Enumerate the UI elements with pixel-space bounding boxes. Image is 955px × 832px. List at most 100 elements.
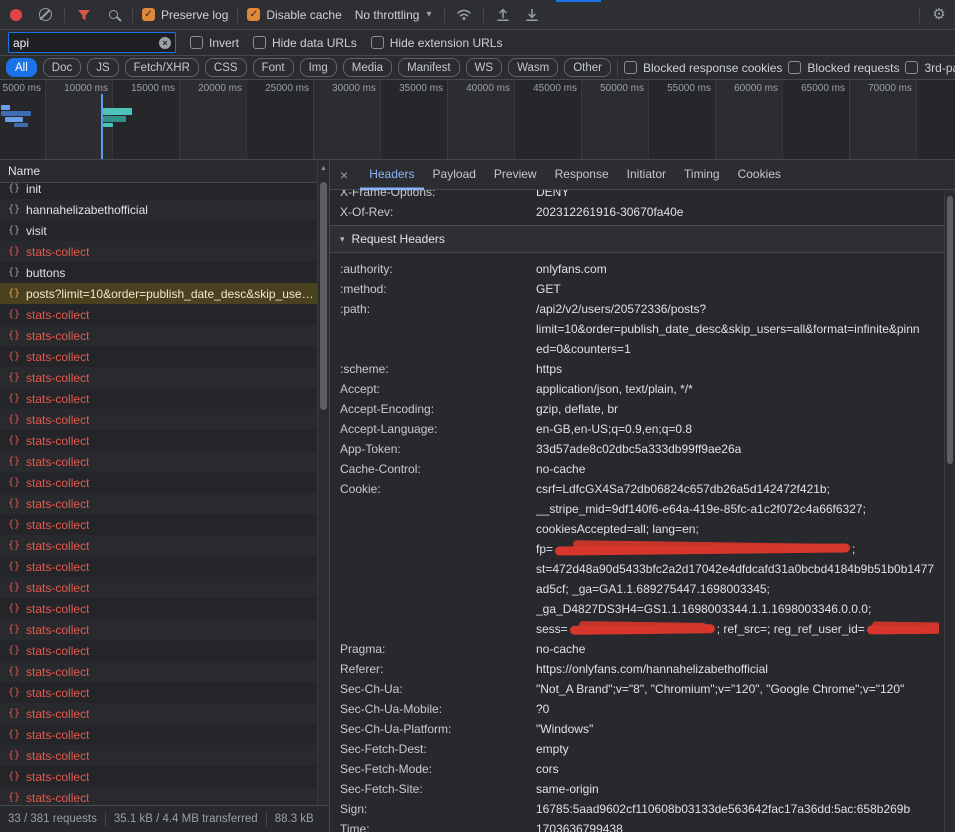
request-row[interactable]: {}stats-collect xyxy=(0,535,317,556)
redaction-scribble xyxy=(867,625,939,635)
hide-data-urls-checkbox[interactable]: Hide data URLs xyxy=(253,36,357,50)
tab-response[interactable]: Response xyxy=(546,160,618,190)
request-row[interactable]: {}visit xyxy=(0,220,317,241)
request-row[interactable]: {}stats-collect xyxy=(0,682,317,703)
filter-chip-fetch-xhr[interactable]: Fetch/XHR xyxy=(125,58,199,77)
request-row[interactable]: {}stats-collect xyxy=(0,241,317,262)
filter-chip-other[interactable]: Other xyxy=(564,58,611,77)
filter-chip-manifest[interactable]: Manifest xyxy=(398,58,459,77)
request-name: stats-collect xyxy=(26,749,89,763)
overview-tick-label: 30000 ms xyxy=(332,83,380,94)
request-row[interactable]: {}stats-collect xyxy=(0,346,317,367)
invert-checkbox[interactable]: Invert xyxy=(190,36,239,50)
request-name: stats-collect xyxy=(26,392,89,406)
details-scrollbar[interactable] xyxy=(944,190,955,832)
header-name: Time: xyxy=(340,819,536,832)
request-row[interactable]: {}stats-collect xyxy=(0,640,317,661)
checkbox-unchecked-icon xyxy=(371,36,384,49)
request-row[interactable]: {}stats-collect xyxy=(0,766,317,787)
request-row[interactable]: {}stats-collect xyxy=(0,493,317,514)
name-column-header[interactable]: Name xyxy=(0,160,329,183)
request-row[interactable]: {}stats-collect xyxy=(0,703,317,724)
network-toolbar: ✓ Preserve log ✓ Disable cache No thrott… xyxy=(0,0,955,30)
request-row[interactable]: {}stats-collect xyxy=(0,577,317,598)
filter-chip-css[interactable]: CSS xyxy=(205,58,247,77)
overview-grid: 5000 ms10000 ms15000 ms20000 ms25000 ms3… xyxy=(0,80,955,159)
request-row[interactable]: {}stats-collect xyxy=(0,430,317,451)
search-button[interactable] xyxy=(103,4,123,26)
filter-chip-doc[interactable]: Doc xyxy=(43,58,81,77)
filter-chip-wasm[interactable]: Wasm xyxy=(508,58,558,77)
network-overview[interactable]: 5000 ms10000 ms15000 ms20000 ms25000 ms3… xyxy=(0,80,955,160)
network-conditions-button[interactable] xyxy=(454,4,474,26)
export-har-button[interactable] xyxy=(522,4,542,26)
script-icon: {} xyxy=(8,456,20,467)
header-row: Cache-Control:no-cache xyxy=(340,459,939,479)
request-row[interactable]: {}stats-collect xyxy=(0,598,317,619)
request-row[interactable]: {}stats-collect xyxy=(0,514,317,535)
filter-chip-all[interactable]: All xyxy=(6,58,37,77)
scroll-up-arrow-icon[interactable]: ▲ xyxy=(318,160,329,172)
clear-filter-button[interactable]: × xyxy=(159,37,171,49)
requests-count: 33 / 381 requests xyxy=(8,813,97,825)
filter-chip-font[interactable]: Font xyxy=(253,58,294,77)
script-icon: {} xyxy=(8,666,20,677)
tab-preview[interactable]: Preview xyxy=(485,160,546,190)
request-row[interactable]: {}hannahelizabethofficial xyxy=(0,199,317,220)
overview-tick-label: 55000 ms xyxy=(667,83,715,94)
request-row[interactable]: {}stats-collect xyxy=(0,388,317,409)
close-details-button[interactable]: × xyxy=(340,168,348,182)
filter-chip-ws[interactable]: WS xyxy=(466,58,503,77)
tab-timing[interactable]: Timing xyxy=(675,160,729,190)
requests-scrollbar[interactable]: ▲ xyxy=(317,160,329,805)
hide-extension-urls-checkbox[interactable]: Hide extension URLs xyxy=(371,36,503,50)
filter-input[interactable] xyxy=(13,36,159,50)
filter-chip-media[interactable]: Media xyxy=(343,58,392,77)
throttling-select[interactable]: No throttling ▾ xyxy=(351,8,436,22)
filter-chip-img[interactable]: Img xyxy=(300,58,337,77)
scrollbar-thumb[interactable] xyxy=(947,196,953,464)
request-name: stats-collect xyxy=(26,245,89,259)
request-row[interactable]: {}stats-collect xyxy=(0,367,317,388)
request-row[interactable]: {}stats-collect xyxy=(0,787,317,805)
third-party-requests-checkbox[interactable]: 3rd-party requests xyxy=(905,61,955,75)
filter-chip-js[interactable]: JS xyxy=(87,58,118,77)
request-row[interactable]: {}posts?limit=10&order=publish_date_desc… xyxy=(0,283,317,304)
blocked-response-cookies-checkbox[interactable]: Blocked response cookies xyxy=(624,61,782,75)
script-icon: {} xyxy=(8,372,20,383)
transferred-size: 35.1 kB / 4.4 MB transferred xyxy=(114,813,258,825)
toolbar-divider xyxy=(444,7,445,23)
settings-button[interactable]: ⚙ xyxy=(929,4,949,26)
request-row[interactable]: {}stats-collect xyxy=(0,556,317,577)
import-har-button[interactable] xyxy=(493,4,513,26)
request-row[interactable]: {}stats-collect xyxy=(0,724,317,745)
request-row[interactable]: {}stats-collect xyxy=(0,409,317,430)
request-row[interactable]: {}stats-collect xyxy=(0,304,317,325)
tab-payload[interactable]: Payload xyxy=(424,160,485,190)
tab-cookies[interactable]: Cookies xyxy=(729,160,790,190)
tab-headers[interactable]: Headers xyxy=(360,160,423,190)
scrollbar-thumb[interactable] xyxy=(320,182,327,410)
header-value: https xyxy=(536,359,939,379)
request-row[interactable]: {}stats-collect xyxy=(0,661,317,682)
script-icon: {} xyxy=(8,771,20,782)
request-row[interactable]: {}buttons xyxy=(0,262,317,283)
request-row[interactable]: {}init xyxy=(0,183,317,199)
filter-button[interactable] xyxy=(74,4,94,26)
request-headers-section-header[interactable]: ▾ Request Headers xyxy=(330,225,955,253)
request-row[interactable]: {}stats-collect xyxy=(0,619,317,640)
overview-gridline xyxy=(313,80,314,159)
tab-initiator[interactable]: Initiator xyxy=(618,160,675,190)
blocked-requests-checkbox[interactable]: Blocked requests xyxy=(788,61,899,75)
record-button[interactable] xyxy=(6,4,26,26)
header-value: empty xyxy=(536,739,939,759)
clear-button[interactable] xyxy=(35,4,55,26)
request-row[interactable]: {}stats-collect xyxy=(0,325,317,346)
overview-gridline xyxy=(380,80,381,159)
request-row[interactable]: {}stats-collect xyxy=(0,451,317,472)
request-row[interactable]: {}stats-collect xyxy=(0,472,317,493)
preserve-log-checkbox[interactable]: ✓ Preserve log xyxy=(142,8,228,22)
request-row[interactable]: {}stats-collect xyxy=(0,745,317,766)
disable-cache-checkbox[interactable]: ✓ Disable cache xyxy=(247,8,341,22)
overview-tick-label: 60000 ms xyxy=(734,83,782,94)
